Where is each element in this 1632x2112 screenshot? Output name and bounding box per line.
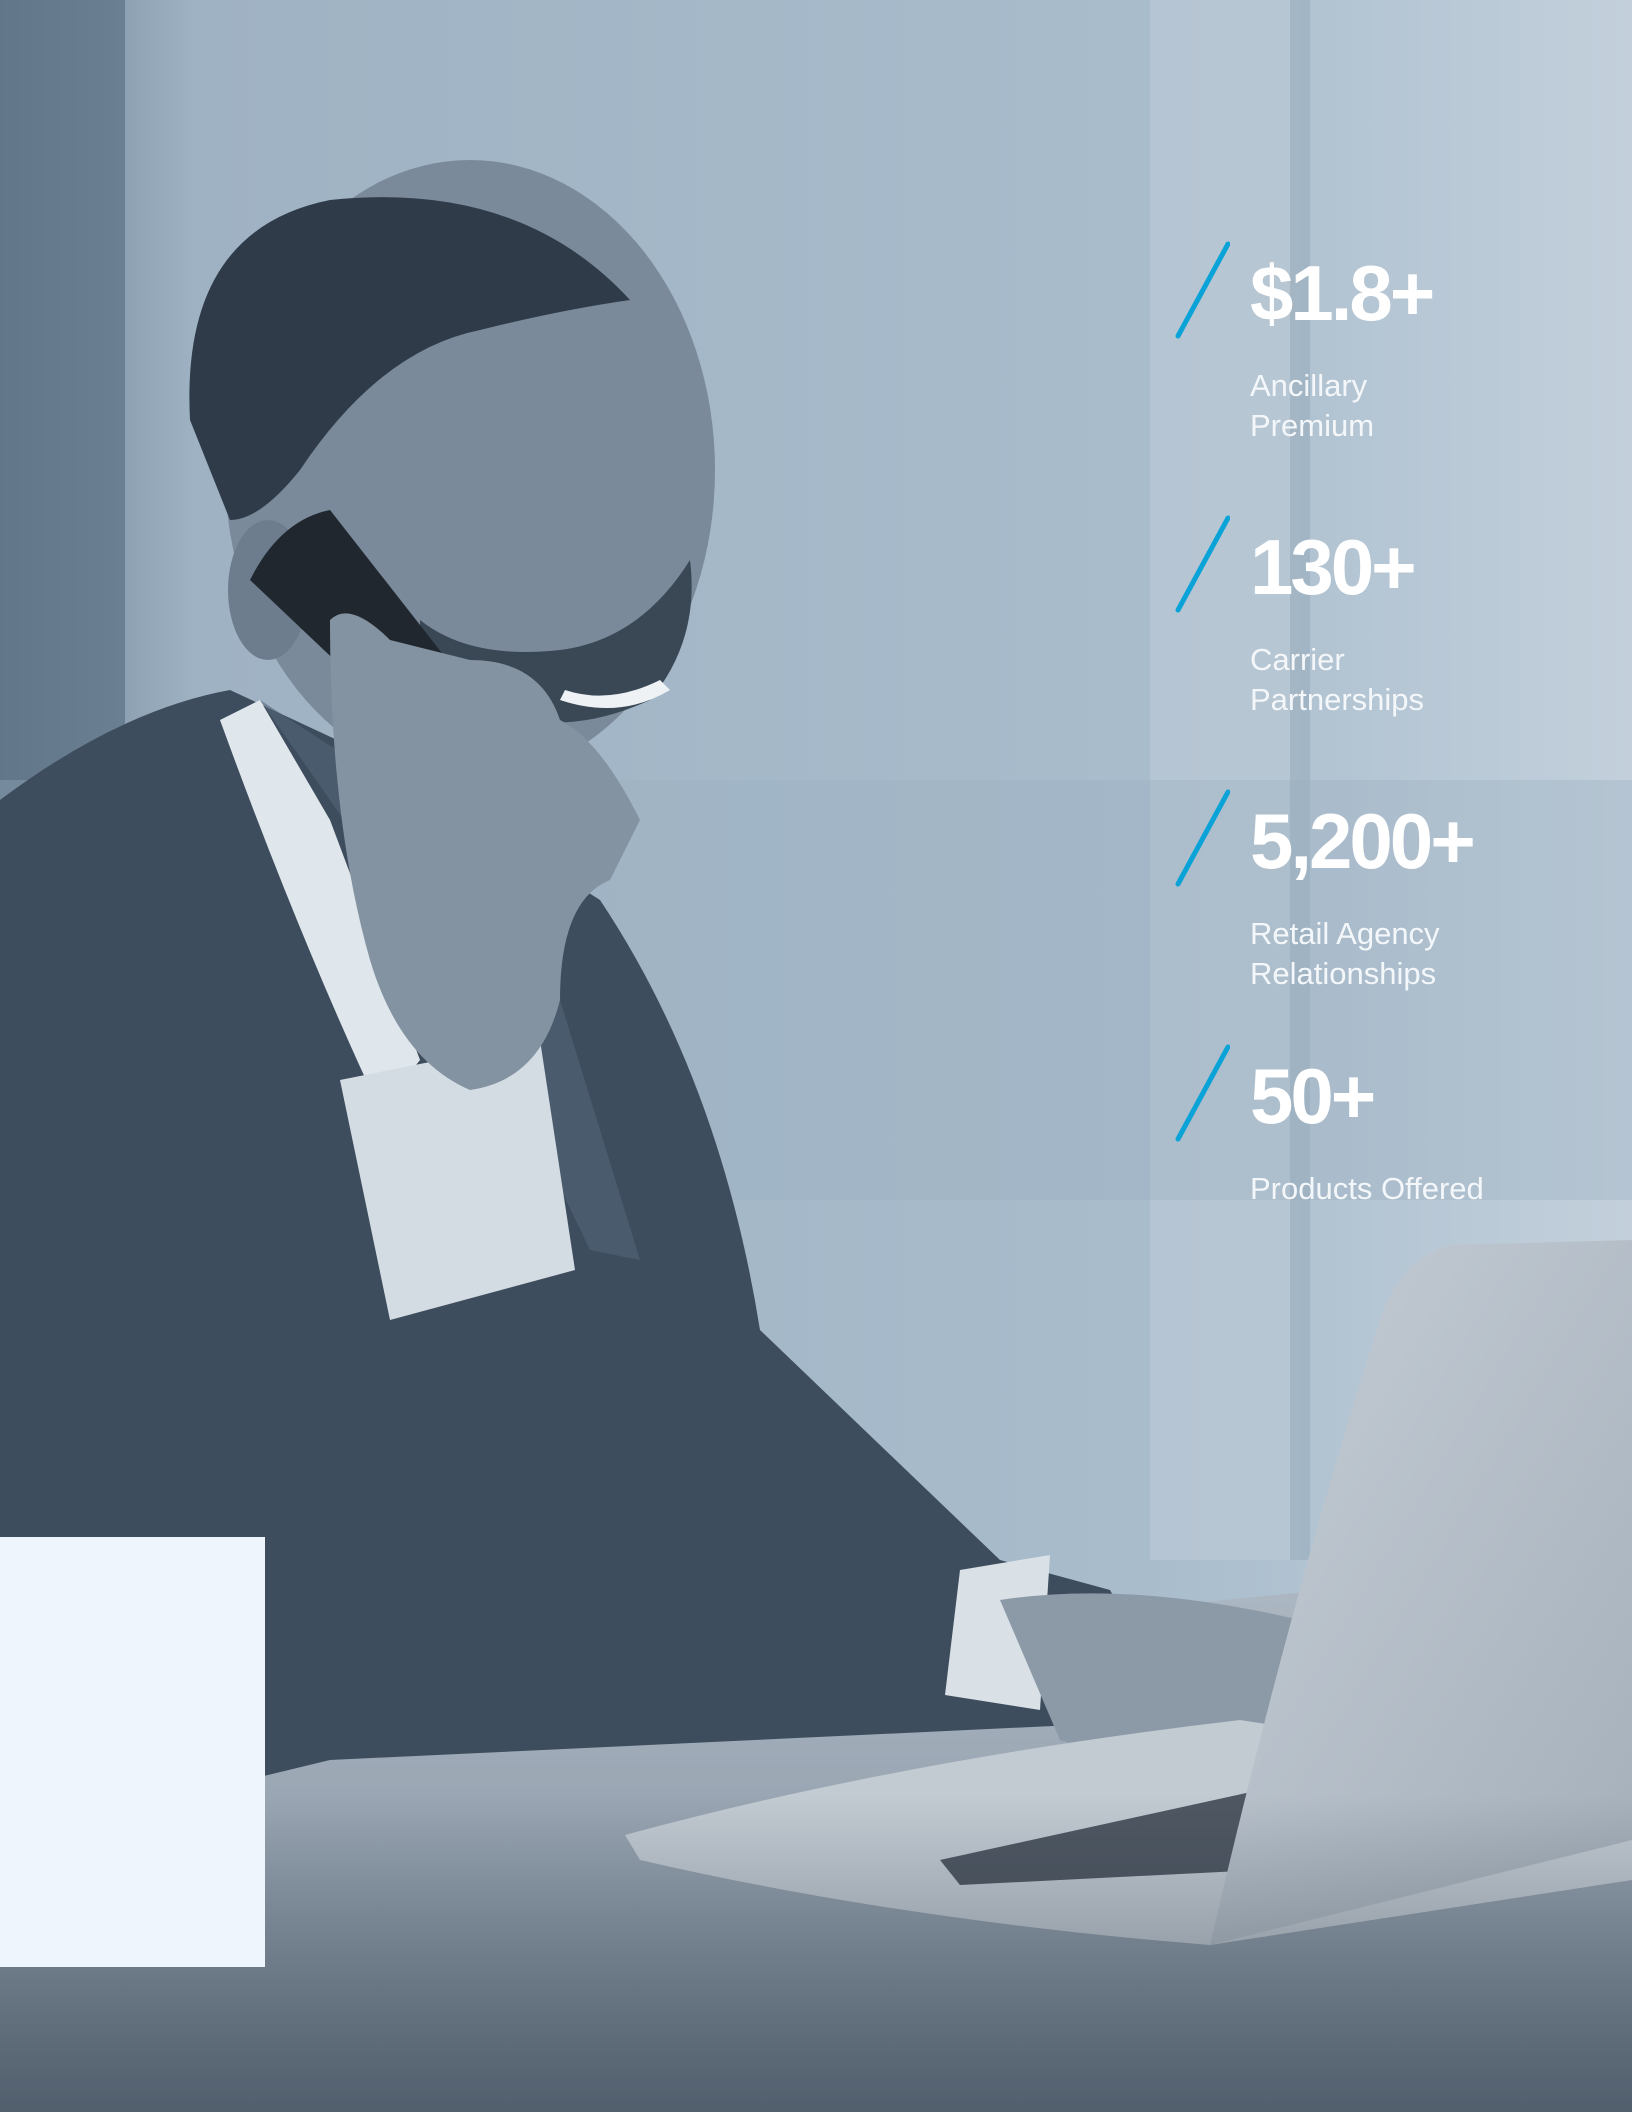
light-panel (0, 1537, 265, 1967)
slash-accent-icon (1175, 515, 1230, 613)
stat-label: Products Offered (1250, 1169, 1590, 1209)
slash-accent-icon (1175, 241, 1230, 339)
stat-label: Retail Agency Relationships (1250, 914, 1590, 994)
stat-label: Carrier Partnerships (1250, 640, 1590, 720)
stat-label-line: Carrier (1250, 642, 1345, 677)
stats-column: $1.8+ Ancillary Premium 130+ Carrier Par… (1170, 0, 1610, 1240)
stat-label-line: Products Offered (1250, 1171, 1484, 1206)
slash-accent-icon (1175, 789, 1230, 887)
slash-accent-icon (1175, 1044, 1230, 1142)
stat-label-line: Relationships (1250, 956, 1437, 991)
stat-label-line: Premium (1250, 408, 1375, 443)
stat-value: $1.8+ (1250, 249, 1435, 337)
stat-value: 5,200+ (1250, 797, 1476, 885)
stat-label-line: Partnerships (1250, 682, 1425, 717)
stat-value: 50+ (1250, 1052, 1376, 1140)
stat-label-line: Ancillary (1250, 368, 1368, 403)
stat-label-line: Retail Agency (1250, 916, 1440, 951)
stat-label: Ancillary Premium (1250, 366, 1590, 446)
stat-value: 130+ (1250, 523, 1417, 611)
